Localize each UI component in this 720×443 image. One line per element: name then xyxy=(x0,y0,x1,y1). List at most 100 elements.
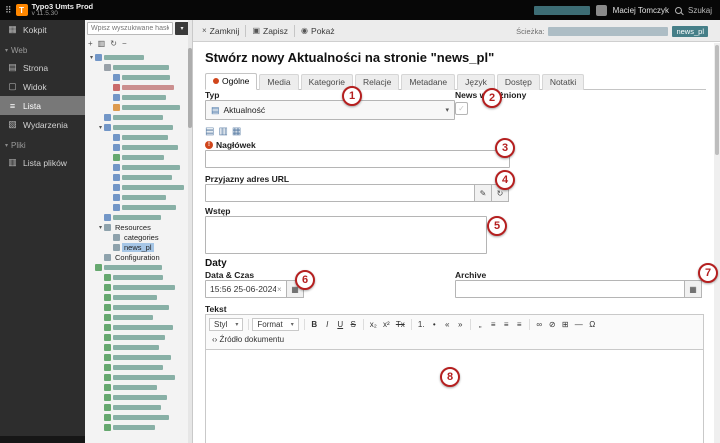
type-select[interactable]: ▤ Aktualność ▾ xyxy=(205,100,455,120)
pagetree-node-redacted[interactable] xyxy=(86,142,187,152)
pagetree-node-redacted[interactable] xyxy=(86,72,187,82)
module-item-lista[interactable]: ≡Lista xyxy=(0,96,85,115)
clear-icon[interactable]: × xyxy=(277,285,282,294)
source-button[interactable]: ‹› Źródło dokumentu xyxy=(209,333,287,346)
toggle-tree-icon[interactable]: ▥ xyxy=(98,39,106,49)
new-page-icon[interactable]: + xyxy=(88,39,93,49)
tab-metadane[interactable]: Metadane xyxy=(401,74,455,90)
tab-media[interactable]: Media xyxy=(259,74,298,90)
module-item-widok[interactable]: ▢Widok xyxy=(0,77,85,96)
align-center-button[interactable]: ≡ xyxy=(500,318,513,331)
module-section-pliki[interactable]: ▾Pliki xyxy=(0,138,85,153)
pagetree-node-redacted[interactable] xyxy=(86,162,187,172)
breadcrumb-current-page[interactable]: news_pl xyxy=(672,26,708,37)
pagetree-node-redacted[interactable] xyxy=(86,82,187,92)
chevron-expand-icon[interactable]: ▾ xyxy=(88,54,95,61)
pagetree-node-redacted[interactable] xyxy=(86,282,187,292)
tab-dostep[interactable]: Dostęp xyxy=(497,74,540,90)
pagetree-node-configuration[interactable]: Configuration xyxy=(86,252,187,262)
rte-editing-area[interactable] xyxy=(205,350,704,443)
italic-button[interactable]: I xyxy=(321,318,334,331)
superscript-button[interactable]: x² xyxy=(380,318,393,331)
content-scrollbar[interactable] xyxy=(714,43,720,443)
pagetree-node-redacted[interactable] xyxy=(86,352,187,362)
pagetree-node-redacted[interactable] xyxy=(86,152,187,162)
pagetree-node-redacted[interactable] xyxy=(86,292,187,302)
refresh-icon[interactable]: ↻ xyxy=(110,39,117,49)
style-dropdown[interactable]: Styl▾ xyxy=(209,318,243,331)
link-button[interactable]: ∞ xyxy=(533,318,546,331)
tab-relacje[interactable]: Relacje xyxy=(355,74,399,90)
pagetree-scrollbar[interactable] xyxy=(188,20,192,443)
pagetree-node-redacted[interactable] xyxy=(86,202,187,212)
pagetree-node-redacted[interactable] xyxy=(86,302,187,312)
apps-grid-icon[interactable]: ⠿ xyxy=(5,5,12,16)
pagetree-node-redacted[interactable] xyxy=(86,272,187,282)
pagetree-search-input[interactable] xyxy=(87,22,173,35)
pagetree-node-redacted[interactable] xyxy=(86,422,187,432)
tab-ogolne[interactable]: Ogólne xyxy=(205,73,257,90)
news-type-internal-icon[interactable]: ▥ xyxy=(218,126,227,137)
module-item-kokpit[interactable]: ▦Kokpit xyxy=(0,20,85,39)
numbered-list-button[interactable]: 1. xyxy=(415,318,428,331)
bold-button[interactable]: B xyxy=(308,318,321,331)
pagetree-node-redacted[interactable] xyxy=(86,172,187,182)
pagetree-node-news-pl[interactable]: news_pl xyxy=(86,242,187,252)
pagetree-node-redacted[interactable] xyxy=(86,112,187,122)
pagetree-node-redacted[interactable] xyxy=(86,212,187,222)
module-item-lista-plikow[interactable]: ▥Lista plików xyxy=(0,153,85,172)
search-icon[interactable] xyxy=(675,7,682,14)
pagetree-node-redacted[interactable] xyxy=(86,402,187,412)
subscript-button[interactable]: x₂ xyxy=(367,318,380,331)
pagetree-node-redacted[interactable] xyxy=(86,332,187,342)
featured-checkbox[interactable]: ✓ xyxy=(455,102,468,115)
unlink-button[interactable]: ⊘ xyxy=(546,318,559,331)
calendar-icon[interactable]: ▦ xyxy=(685,280,702,298)
module-section-web[interactable]: ▾Web xyxy=(0,43,85,58)
pagetree-node-redacted[interactable] xyxy=(86,192,187,202)
indent-button[interactable]: » xyxy=(454,318,467,331)
view-button[interactable]: ◉Pokaż xyxy=(296,20,340,42)
pagetree-node-redacted[interactable] xyxy=(86,62,187,72)
slug-edit-button[interactable]: ✎ xyxy=(475,184,492,202)
pagetree-node-resources[interactable]: ▾Resources xyxy=(86,222,187,232)
archive-input[interactable] xyxy=(455,280,685,298)
specialchar-button[interactable]: Ω xyxy=(586,318,599,331)
chevron-expand-icon[interactable]: ▾ xyxy=(97,124,104,131)
news-type-article-icon[interactable]: ▤ xyxy=(205,126,214,137)
pagetree-node-redacted[interactable] xyxy=(86,312,187,322)
module-item-wydarzenia[interactable]: ▧Wydarzenia xyxy=(0,115,85,134)
pagetree-node-redacted[interactable] xyxy=(86,392,187,402)
pagetree-node-redacted[interactable] xyxy=(86,322,187,332)
save-button[interactable]: ▣Zapisz xyxy=(247,20,293,42)
underline-button[interactable]: U xyxy=(334,318,347,331)
headline-input[interactable] xyxy=(205,150,510,168)
remove-format-button[interactable]: Tx xyxy=(393,318,408,331)
pagetree-node-redacted[interactable] xyxy=(86,102,187,112)
bulleted-list-button[interactable]: • xyxy=(428,318,441,331)
tab-notatki[interactable]: Notatki xyxy=(542,74,584,90)
pagetree-node-redacted[interactable] xyxy=(86,342,187,352)
pagetree-node-redacted[interactable] xyxy=(86,132,187,142)
pagetree-node-redacted[interactable] xyxy=(86,92,187,102)
format-dropdown[interactable]: Format▾ xyxy=(252,318,298,331)
hr-button[interactable]: ― xyxy=(572,318,586,331)
align-right-button[interactable]: ≡ xyxy=(513,318,526,331)
pagetree-node-redacted[interactable] xyxy=(86,362,187,372)
pagetree-node-redacted[interactable] xyxy=(86,182,187,192)
datetime-input[interactable] xyxy=(205,280,287,298)
teaser-textarea[interactable] xyxy=(205,216,487,254)
strikethrough-button[interactable]: S xyxy=(347,318,360,331)
search-label[interactable]: Szukaj xyxy=(688,6,712,15)
chevron-expand-icon[interactable]: ▾ xyxy=(97,224,104,231)
module-item-strona[interactable]: ▤Strona xyxy=(0,58,85,77)
filter-icon[interactable]: ▾ xyxy=(175,22,189,35)
outdent-button[interactable]: « xyxy=(441,318,454,331)
pagetree-node-redacted[interactable] xyxy=(86,412,187,422)
close-button[interactable]: ×Zamknij xyxy=(197,20,244,42)
table-button[interactable]: ⊞ xyxy=(559,318,572,331)
pagetree-node-categories[interactable]: categories xyxy=(86,232,187,242)
slug-input[interactable] xyxy=(205,184,475,202)
pagetree-node-redacted[interactable] xyxy=(86,382,187,392)
news-type-external-icon[interactable]: ▦ xyxy=(232,126,241,137)
